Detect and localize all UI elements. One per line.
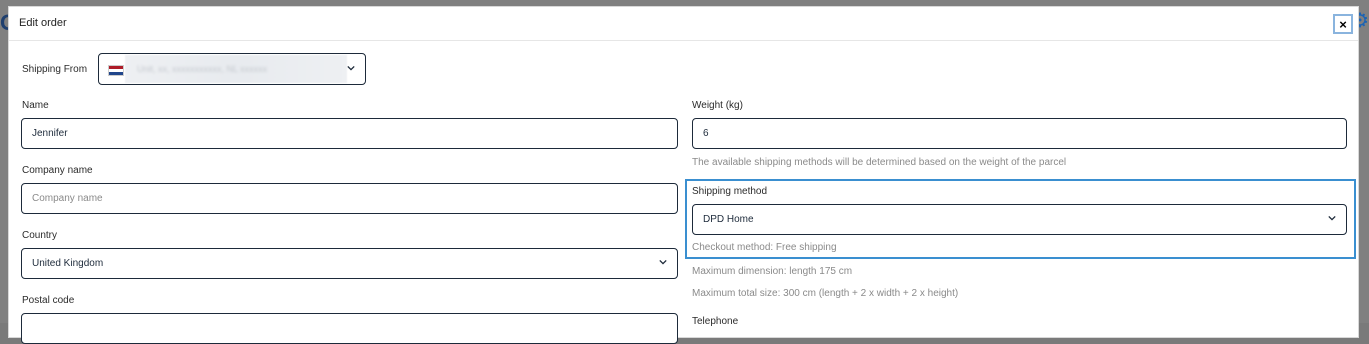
modal-header: Edit order × — [9, 7, 1358, 41]
shipping-method-select[interactable]: DPD Home — [692, 204, 1347, 235]
weight-label: Weight (kg) — [692, 100, 743, 111]
shipping-from-label: Shipping From — [22, 64, 88, 75]
checkout-method-note: Checkout method: Free shipping — [692, 242, 837, 253]
close-icon: × — [1339, 16, 1347, 32]
weight-input[interactable]: 6 — [692, 118, 1347, 149]
max-dimension-text: Maximum dimension: length 175 cm — [692, 266, 853, 277]
name-value: Jennifer — [32, 128, 68, 139]
chevron-down-icon — [1328, 215, 1336, 221]
country-label: Country — [22, 230, 58, 241]
shipping-method-label: Shipping method — [692, 186, 768, 197]
company-name-label: Company name — [22, 165, 93, 176]
country-value: United Kingdom — [32, 258, 104, 269]
country-select[interactable]: United Kingdom — [21, 248, 678, 279]
company-name-input[interactable]: Company name — [21, 183, 678, 214]
chevron-down-icon — [659, 259, 667, 265]
chevron-down-icon — [347, 65, 355, 71]
shipping-from-select[interactable]: Unit, xx, xxxxxxxxxxx, NL xxxxxx — [98, 53, 366, 85]
postal-code-label: Postal code — [22, 295, 75, 306]
weight-hint: The available shipping methods will be d… — [692, 157, 1067, 168]
telephone-label: Telephone — [692, 316, 739, 327]
company-name-placeholder: Company name — [32, 193, 103, 204]
max-total-size-text: Maximum total size: 300 cm (length + 2 x… — [692, 288, 959, 299]
netherlands-flag-icon — [108, 65, 124, 76]
modal-title: Edit order — [19, 17, 67, 29]
close-button[interactable]: × — [1333, 14, 1353, 34]
redacted-address: Unit, xx, xxxxxxxxxxx, NL xxxxxx — [125, 55, 347, 83]
weight-value: 6 — [703, 128, 709, 139]
shipping-method-value: DPD Home — [703, 214, 754, 225]
name-label: Name — [22, 100, 49, 111]
name-input[interactable]: Jennifer — [21, 118, 678, 149]
postal-code-input[interactable] — [21, 313, 678, 344]
edit-order-modal: Edit order × Shipping From Unit, xx, xxx… — [8, 6, 1359, 344]
